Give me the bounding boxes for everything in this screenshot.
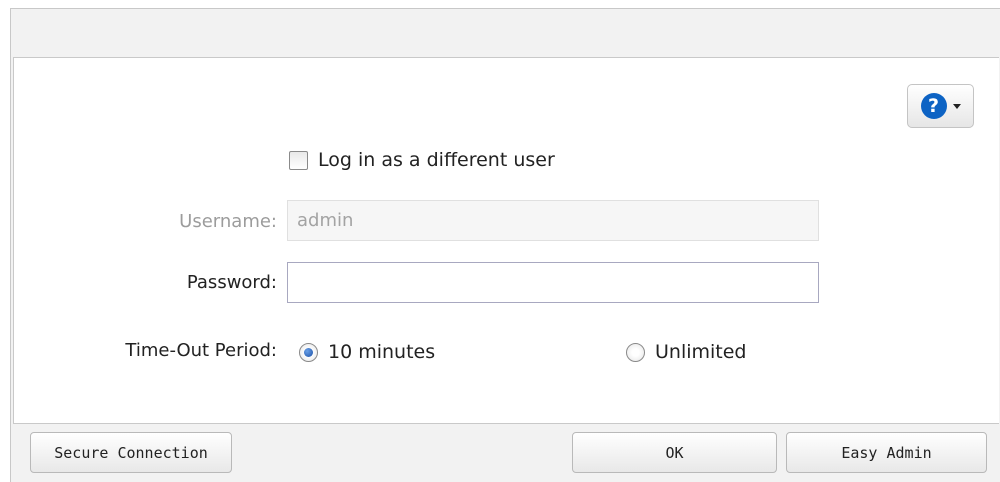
password-field[interactable] — [287, 262, 819, 303]
timeout-unlimited-label: Unlimited — [655, 341, 747, 363]
timeout-10-minutes-radio[interactable] — [299, 342, 318, 362]
different-user-option[interactable]: Log in as a different user — [289, 149, 555, 171]
timeout-option-10-minutes[interactable]: 10 minutes — [299, 341, 435, 363]
timeout-10-minutes-label: 10 minutes — [328, 341, 436, 363]
easy-admin-button[interactable]: Easy Admin — [786, 432, 987, 473]
question-circle-icon: ? — [920, 93, 947, 119]
username-label: Username: — [179, 211, 277, 232]
timeout-unlimited-radio[interactable] — [626, 342, 645, 362]
help-dropdown-button[interactable]: ? — [907, 84, 974, 128]
password-label: Password: — [186, 272, 277, 293]
secure-connection-button[interactable]: Secure Connection — [30, 432, 232, 473]
timeout-period-label: Time-Out Period: — [125, 340, 277, 361]
caret-down-icon — [952, 103, 961, 109]
timeout-option-unlimited[interactable]: Unlimited — [626, 341, 747, 363]
different-user-label: Log in as a different user — [318, 149, 555, 171]
different-user-checkbox[interactable] — [289, 150, 308, 170]
username-field — [287, 200, 819, 241]
ok-button[interactable]: OK — [572, 432, 777, 473]
